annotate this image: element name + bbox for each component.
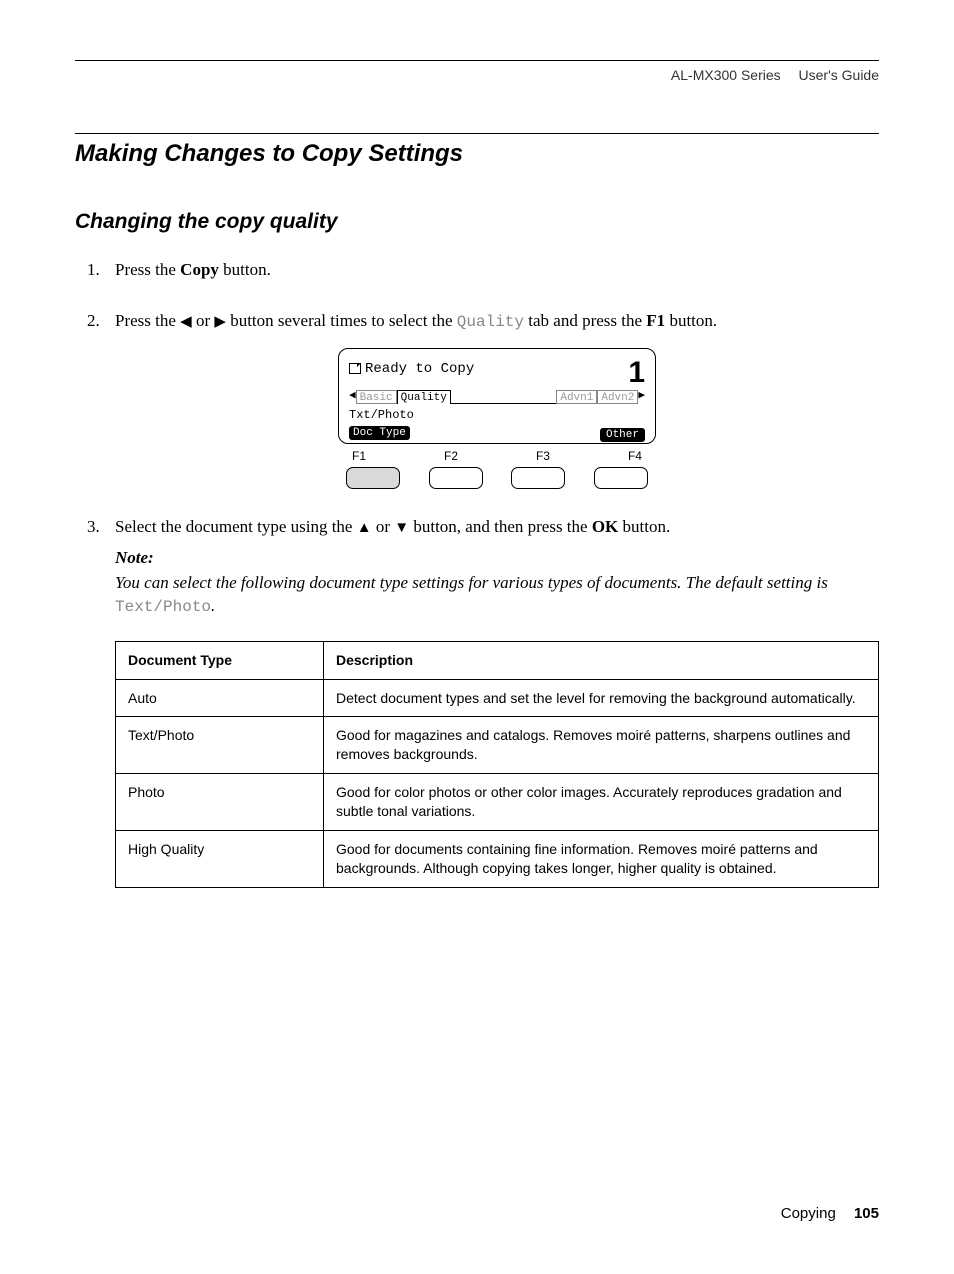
cell-desc: Detect document types and set the level …: [324, 679, 879, 717]
f1-button-label: F1: [646, 311, 665, 330]
lcd-figure: Ready to Copy 1 ◀ Basic Quality Advn1 Ad…: [115, 348, 879, 489]
fkey-buttons: [338, 465, 656, 489]
running-header: AL-MX300 Series User's Guide: [75, 67, 879, 83]
step-3: 3. Select the document type using the ▲ …: [115, 515, 879, 888]
cell-type: Text/Photo: [116, 717, 324, 774]
subsection-title: Changing the copy quality: [75, 210, 879, 234]
document-type-table: Document Type Description Auto Detect do…: [115, 641, 879, 888]
chapter-name: Copying: [781, 1205, 836, 1222]
document-icon: [349, 363, 361, 374]
copies-count: 1: [628, 351, 645, 395]
down-arrow-icon: ▼: [394, 519, 409, 536]
note-block: Note: You can select the following docum…: [115, 546, 879, 619]
left-arrow-icon: ◀: [180, 313, 192, 330]
f4-label: F4: [628, 448, 642, 465]
lcd-ready-text: Ready to Copy: [365, 359, 474, 379]
up-arrow-icon: ▲: [357, 519, 372, 536]
table-header-row: Document Type Description: [116, 641, 879, 679]
note-label: Note:: [115, 546, 879, 571]
default-setting-value: Text/Photo: [115, 598, 211, 616]
step-text: Select the document type using the ▲ or …: [115, 517, 670, 536]
f1-label: F1: [352, 448, 366, 465]
f2-button: [429, 467, 483, 489]
col-header-desc: Description: [324, 641, 879, 679]
table-row: Photo Good for color photos or other col…: [116, 774, 879, 831]
series-name: AL-MX300 Series: [671, 67, 781, 83]
step-text: Press the Copy button.: [115, 260, 271, 279]
f3-button: [511, 467, 565, 489]
step-2: 2. Press the ◀ or ▶ button several times…: [115, 309, 879, 490]
table-row: Text/Photo Good for magazines and catalo…: [116, 717, 879, 774]
tab-basic: Basic: [356, 390, 397, 404]
lcd-txtphoto: Txt/Photo: [349, 407, 414, 424]
f4-button: [594, 467, 648, 489]
table-row: Auto Detect document types and set the l…: [116, 679, 879, 717]
lcd-tab-row: ◀ Basic Quality Advn1 Advn2 ▶: [349, 389, 645, 405]
step-text: Press the ◀ or ▶ button several times to…: [115, 311, 717, 330]
cell-type: Auto: [116, 679, 324, 717]
cell-type: High Quality: [116, 831, 324, 888]
doc-name: User's Guide: [799, 67, 879, 83]
note-body: You can select the following document ty…: [115, 571, 879, 619]
quality-tab-label: Quality: [457, 313, 524, 331]
header-rule: [75, 60, 879, 61]
section-rule: [75, 133, 879, 134]
cell-desc: Good for documents containing fine infor…: [324, 831, 879, 888]
right-arrow-icon: ▶: [214, 313, 226, 330]
cell-desc: Good for magazines and catalogs. Removes…: [324, 717, 879, 774]
table-row: High Quality Good for documents containi…: [116, 831, 879, 888]
page-footer: Copying 105: [781, 1205, 879, 1222]
step-number: 1.: [87, 258, 100, 283]
col-header-type: Document Type: [116, 641, 324, 679]
step-number: 3.: [87, 515, 100, 540]
lcd-other-badge: Other: [600, 428, 645, 442]
copy-button-label: Copy: [180, 260, 219, 279]
lcd-doctype-badge: Doc Type: [349, 426, 410, 440]
tab-quality: Quality: [397, 390, 451, 404]
fkey-labels: F1 F2 F3 F4: [338, 444, 656, 465]
f2-label: F2: [444, 448, 458, 465]
tab-advn1: Advn1: [556, 390, 597, 404]
lcd-screen: Ready to Copy 1 ◀ Basic Quality Advn1 Ad…: [338, 348, 656, 444]
page-number: 105: [854, 1205, 879, 1222]
f1-button: [346, 467, 400, 489]
f3-label: F3: [536, 448, 550, 465]
cell-type: Photo: [116, 774, 324, 831]
cell-desc: Good for color photos or other color ima…: [324, 774, 879, 831]
section-title: Making Changes to Copy Settings: [75, 140, 879, 168]
ok-button-label: OK: [592, 517, 618, 536]
left-triangle-icon: ◀: [349, 389, 356, 405]
step-number: 2.: [87, 309, 100, 334]
step-1: 1. Press the Copy button.: [115, 258, 879, 283]
